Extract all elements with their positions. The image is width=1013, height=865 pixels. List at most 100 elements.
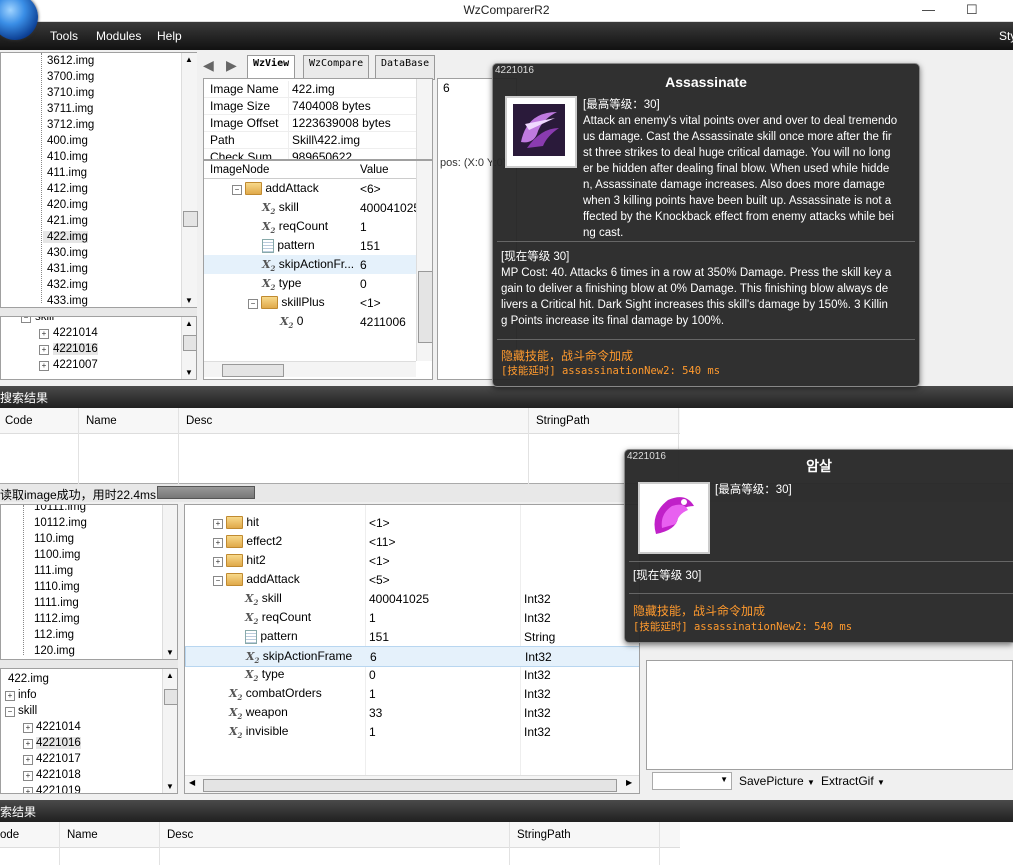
expand-icon[interactable]: + [39,345,49,355]
node-tree-item[interactable]: + info [5,689,37,701]
node-tree-item[interactable]: − skill [5,705,37,717]
tree-item[interactable]: 3612.img [43,55,94,67]
bottom-grid-hscroll[interactable]: ◀ ▶ [185,775,639,793]
tree-item[interactable]: 420.img [43,199,88,211]
tree-item[interactable]: 430.img [43,247,88,259]
tree-item[interactable]: 433.img [43,295,88,307]
maximize-button[interactable]: ☐ [966,2,978,18]
col-stringpath[interactable]: StringPath [536,415,590,427]
node-grid-scrollbar[interactable] [416,161,432,361]
tab-wzview[interactable]: WzView [247,55,296,80]
minimize-button[interactable]: — [922,2,935,17]
node-tree-item[interactable]: 422.img [5,673,49,685]
col-desc[interactable]: Desc [186,415,212,427]
tree-item[interactable]: 3712.img [43,119,94,131]
col-code-bottom[interactable]: ode [0,829,19,841]
node-row[interactable]: − skillPlus <1> [204,293,416,312]
tree-item[interactable]: 3710.img [43,87,94,99]
top-node-scrollbar[interactable]: ▲ ▼ [181,317,196,379]
menu-modules[interactable]: Modules [96,29,141,43]
menu-help[interactable]: Help [157,29,182,43]
zoom-select[interactable]: ▼ [652,772,732,790]
node-row[interactable]: pattern 151 [204,236,416,255]
node-row[interactable]: + effect2 <11> [185,532,639,551]
node-row[interactable]: − addAttack <6> [204,179,416,198]
forward-icon[interactable]: ▶ [226,57,237,74]
back-icon[interactable]: ◀ [203,57,214,74]
top-tree-scrollbar[interactable]: ▲ ▼ [181,53,198,307]
menu-style[interactable]: Sty [999,29,1013,43]
expand-icon[interactable]: + [23,739,33,749]
node-row[interactable]: X2 type 0 Int32 [185,665,639,684]
splitter-bottom[interactable] [0,660,178,668]
node-row[interactable]: + hit2 <1> [185,551,639,570]
expand-icon[interactable]: + [23,787,33,793]
col-stringpath-bottom[interactable]: StringPath [517,829,571,841]
splitter[interactable] [0,308,197,316]
collapse-icon[interactable]: − [248,299,258,309]
tree-item[interactable]: 111.img [34,565,73,577]
tree-item[interactable]: 1111.img [34,597,79,609]
expand-icon[interactable]: + [23,755,33,765]
expand-icon[interactable]: + [39,329,49,339]
collapse-icon[interactable]: − [232,185,242,195]
node-tree-item[interactable]: +4221016 [23,737,81,749]
node-row[interactable]: X2 skill 400041025 Int32 [185,589,639,608]
node-tree-item[interactable]: +4221014 [39,327,98,339]
menu-tools[interactable]: Tools [50,29,78,43]
col-name-bottom[interactable]: Name [67,829,98,841]
tree-item[interactable]: 400.img [43,135,88,147]
tree-item[interactable]: 120.img [34,645,75,657]
tree-item[interactable]: 112.img [34,629,74,641]
col-name[interactable]: Name [86,415,117,427]
node-row[interactable]: + hit <1> [185,513,639,532]
tree-item[interactable]: 1112.img [34,613,80,625]
node-row[interactable]: X2 0 4211006 [204,312,416,331]
tab-wzcompare[interactable]: WzCompare [303,55,370,80]
col-desc-bottom[interactable]: Desc [167,829,193,841]
collapse-icon[interactable]: − [213,576,223,586]
expand-icon[interactable]: + [23,723,33,733]
node-row[interactable]: X2 skipActionFr... 6 [204,255,416,274]
node-tree-item[interactable]: +4221019 [23,785,81,793]
node-tree-item[interactable]: +4221014 [23,721,81,733]
col-value[interactable]: Value [360,164,389,176]
tree-item[interactable]: 432.img [43,279,88,291]
tree-item[interactable]: 3700.img [43,71,94,83]
node-row[interactable]: X2 reqCount 1 Int32 [185,608,639,627]
extract-gif-button[interactable]: ExtractGif ▼ [821,774,885,788]
node-row[interactable]: X2 invisible 1 Int32 [185,722,639,741]
save-picture-button[interactable]: SavePicture ▼ [739,774,815,788]
tree-item[interactable]: 421.img [43,215,88,227]
node-row[interactable]: X2 skill 400041025 [204,198,420,217]
scroll-thumb[interactable] [183,211,198,227]
info-scrollbar[interactable] [416,79,432,159]
node-row[interactable]: X2 skipActionFrame 6 Int32 [185,646,639,667]
node-tree-item[interactable]: − skill [21,317,54,323]
node-grid-hscroll[interactable] [204,361,416,377]
col-imagenode[interactable]: ImageNode [210,164,269,176]
node-tree-item[interactable]: +4221007 [39,359,98,371]
expand-icon[interactable]: + [213,519,223,529]
node-row[interactable]: − addAttack <5> [185,570,639,589]
bottom-node-scrollbar[interactable]: ▲ ▼ [162,669,177,793]
tree-item[interactable]: 10111.img [34,505,86,513]
tree-item[interactable]: 431.img [43,263,88,275]
node-row[interactable]: pattern 151 String [185,627,639,646]
expand-icon[interactable]: + [213,557,223,567]
tree-item[interactable]: 1110.img [34,581,80,593]
tree-item[interactable]: 412.img [43,183,88,195]
expand-icon[interactable]: + [39,361,49,371]
tree-item[interactable]: 422.img [43,231,88,243]
tree-item[interactable]: 110.img [34,533,74,545]
collapse-icon[interactable]: − [21,317,31,323]
node-tree-item[interactable]: +4221017 [23,753,81,765]
tree-item[interactable]: 1100.img [34,549,80,561]
expand-icon[interactable]: + [213,538,223,548]
tree-item[interactable]: 410.img [43,151,88,163]
col-code[interactable]: Code [5,415,33,427]
tree-item[interactable]: 3711.img [43,103,93,115]
node-row[interactable]: X2 combatOrders 1 Int32 [185,684,639,703]
tree-item[interactable]: 10112.img [34,517,87,529]
expand-icon[interactable]: + [5,691,15,701]
